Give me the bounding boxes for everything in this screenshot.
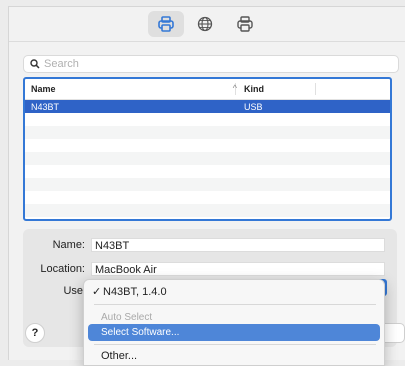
empty-row [25, 126, 390, 139]
column-header-kind[interactable]: Kind [235, 83, 315, 95]
menu-item-driver[interactable]: ✓ N43BT, 1.4.0 [88, 284, 380, 301]
empty-row [25, 178, 390, 191]
printer-name-cell: N43BT [31, 101, 60, 112]
name-label: Name: [52, 239, 85, 251]
column-divider [315, 83, 316, 95]
menu-item-label: N43BT, 1.4.0 [103, 286, 167, 298]
globe-icon [197, 16, 213, 32]
use-dropdown-menu: ✓ N43BT, 1.4.0 Auto Select Select Softwa… [83, 279, 385, 366]
windows-printer-tab[interactable] [227, 11, 263, 37]
table-header: Name ^ Kind [25, 79, 390, 100]
windows-printer-icon [237, 16, 253, 32]
menu-separator [94, 304, 376, 305]
column-header-name[interactable]: Name ^ [25, 83, 237, 94]
search-input[interactable] [44, 58, 374, 70]
use-label: Use [63, 285, 83, 297]
menu-item-select-software[interactable]: Select Software... [88, 324, 380, 341]
sort-ascending-icon: ^ [232, 83, 237, 93]
printer-icon [158, 16, 174, 32]
column-kind-label: Kind [244, 84, 264, 94]
menu-item-label: Select Software... [101, 327, 180, 338]
empty-row [25, 139, 390, 152]
checkmark-icon: ✓ [92, 286, 102, 298]
menu-item-other[interactable]: Other... [88, 348, 380, 365]
default-printers-tab[interactable] [148, 11, 184, 37]
search-field[interactable] [23, 55, 399, 73]
menu-separator [94, 344, 376, 345]
toolbar [9, 7, 405, 42]
printer-kind-cell: USB [244, 101, 263, 112]
name-field[interactable]: N43BT [91, 238, 385, 252]
empty-row [25, 204, 390, 217]
location-field[interactable]: MacBook Air [91, 262, 385, 276]
help-button[interactable]: ? [25, 323, 45, 343]
menu-item-label: Other... [101, 350, 138, 362]
ip-printer-tab[interactable] [187, 11, 223, 37]
search-icon [30, 59, 40, 69]
printer-list[interactable]: Name ^ Kind N43BT USB [23, 77, 392, 221]
column-name-label: Name [31, 84, 56, 94]
location-label: Location: [40, 263, 85, 275]
empty-row [25, 165, 390, 178]
table-row[interactable]: N43BT USB [25, 100, 390, 113]
empty-row [25, 113, 390, 126]
empty-row [25, 191, 390, 204]
print-scan-window: Name ^ Kind N43BT USB Name: N43BT Locati… [8, 6, 405, 366]
empty-row [25, 152, 390, 165]
